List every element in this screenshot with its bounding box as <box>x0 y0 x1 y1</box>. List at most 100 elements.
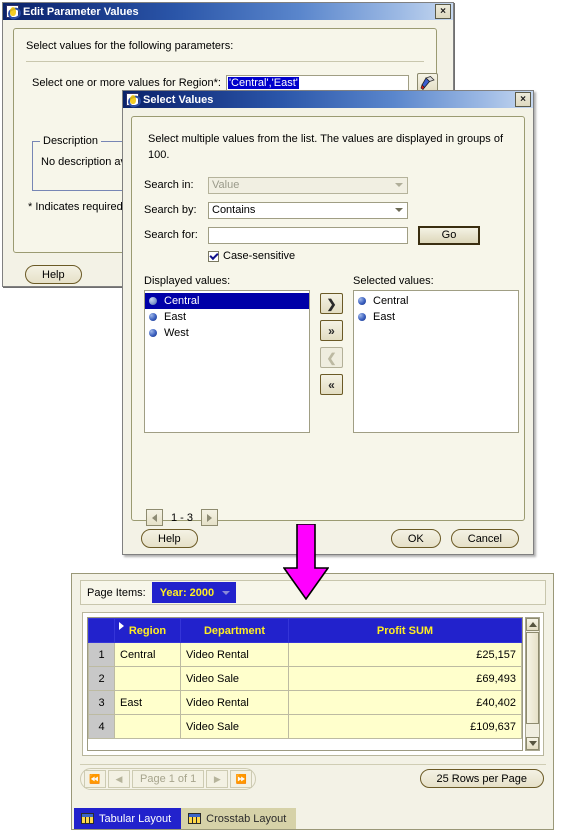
search-in-value: Value <box>212 179 240 191</box>
region-cell <box>114 666 181 691</box>
tab-label: Crosstab Layout <box>206 812 287 825</box>
search-in-select: Value <box>208 176 408 194</box>
footer-left: Help <box>141 529 198 548</box>
rows-per-page-button[interactable]: 25 Rows per Page <box>419 769 544 788</box>
search-by-select[interactable]: Contains <box>208 201 408 219</box>
transfer-button-group: ❯ » ❮ « <box>320 275 343 395</box>
search-by-label: Search by: <box>144 204 197 216</box>
region-parameter-value: 'Central','East' <box>227 77 299 89</box>
next-page-button[interactable]: ▶ <box>206 770 229 788</box>
search-for-input[interactable] <box>208 226 408 244</box>
search-in-label: Search in: <box>144 179 194 191</box>
values-pager: 1 - 3 <box>146 509 219 526</box>
close-icon[interactable]: × <box>435 4 451 19</box>
column-header-profit-sum[interactable]: Profit SUM <box>288 618 522 643</box>
selected-value-item[interactable]: East <box>354 309 518 325</box>
displayed-value-item[interactable]: Central <box>145 293 309 309</box>
grid-layout-icon <box>188 813 202 824</box>
select-values-help-button[interactable]: Help <box>141 529 198 548</box>
tab-label: Tabular Layout <box>99 812 172 825</box>
row-number-cell: 3 <box>88 690 115 715</box>
row-number-cell: 4 <box>88 714 115 739</box>
displayed-value-label: Central <box>164 295 200 307</box>
edit-parameter-values-title: Edit Parameter Values <box>23 5 139 18</box>
go-button[interactable]: Go <box>418 225 480 245</box>
page-item-year-button[interactable]: Year: 2000 <box>151 582 237 603</box>
region-parameter-input[interactable]: 'Central','East' <box>225 75 409 91</box>
select-values-instructions: Select multiple values from the list. Th… <box>148 133 504 161</box>
select-values-titlebar[interactable]: Select Values × <box>123 91 533 108</box>
profit-sum-cell: £69,493 <box>288 666 522 691</box>
table-row[interactable]: 3 East Video Rental £40,402 <box>88 690 522 715</box>
select-all-corner-cell[interactable] <box>88 618 115 643</box>
table-row[interactable]: 1 Central Video Rental £25,157 <box>88 642 522 667</box>
case-sensitive-row: Case-sensitive <box>208 250 480 262</box>
caret-up-icon <box>528 622 537 627</box>
tab-crosstab-layout[interactable]: Crosstab Layout <box>181 808 297 829</box>
cancel-button[interactable]: Cancel <box>450 529 519 548</box>
region-cell: Central <box>114 642 181 667</box>
edit-parameter-values-titlebar[interactable]: Edit Parameter Values × <box>3 3 453 20</box>
search-for-label: Search for: <box>144 229 198 241</box>
displayed-values-caption: Displayed values: <box>144 275 231 287</box>
page-indicator: Page 1 of 1 <box>132 770 205 788</box>
value-bullet-icon <box>149 297 157 305</box>
report-panel: Page Items: Year: 2000 Region Department… <box>71 573 554 830</box>
table-header-row: Region Department Profit SUM <box>88 618 522 643</box>
table-row[interactable]: 4 Video Sale £109,637 <box>88 714 522 739</box>
page-items-label: Page Items: <box>87 586 146 599</box>
displayed-values-column: Displayed values: Central East West <box>144 275 310 433</box>
region-cell <box>114 714 181 739</box>
selected-values-caption: Selected values: <box>353 275 434 287</box>
department-cell: Video Sale <box>180 714 289 739</box>
selected-value-label: Central <box>373 295 409 307</box>
browser-icon <box>6 5 19 18</box>
select-values-title: Select Values <box>143 93 214 106</box>
next-page-button[interactable] <box>201 509 219 526</box>
browser-icon <box>126 93 139 106</box>
move-right-button[interactable]: ❯ <box>320 293 343 314</box>
scroll-up-button[interactable] <box>526 618 539 631</box>
displayed-value-item[interactable]: East <box>145 309 309 325</box>
value-bullet-icon <box>358 297 366 305</box>
previous-page-button[interactable]: ◀ <box>108 770 130 788</box>
value-lists-area: Displayed values: Central East West ❯ » ❮ « S… <box>144 275 519 433</box>
report-table-head: Region Department Profit SUM <box>88 618 522 643</box>
page-item-year-label: Year: 2000 <box>159 586 215 599</box>
report-vertical-scrollbar[interactable] <box>525 617 540 751</box>
column-header-department[interactable]: Department <box>180 618 289 643</box>
last-page-button[interactable]: ⏩ <box>230 770 253 788</box>
search-by-row: Search by: Contains <box>144 200 480 220</box>
case-sensitive-checkbox[interactable] <box>208 250 219 262</box>
selected-values-listbox[interactable]: Central East <box>353 290 519 433</box>
case-sensitive-label: Case-sensitive <box>223 250 296 262</box>
report-grid-container: Region Department Profit SUM 1 Central Vid… <box>82 612 544 756</box>
move-all-left-button[interactable]: « <box>320 374 343 395</box>
edit-parameter-values-footer: Help <box>25 265 82 284</box>
close-icon[interactable]: × <box>515 92 531 107</box>
scrollbar-thumb[interactable] <box>526 632 539 724</box>
report-table-body: 1 Central Video Rental £25,157 2 Video Sale £6… <box>88 642 522 739</box>
first-page-button[interactable]: ⏪ <box>84 770 106 788</box>
displayed-value-item[interactable]: West <box>145 325 309 341</box>
report-pagination-toolbar: ⏪ ◀ Page 1 of 1 ▶ ⏩ 25 Rows per Page <box>80 764 546 793</box>
displayed-values-listbox[interactable]: Central East West <box>144 290 310 433</box>
edit-params-help-button[interactable]: Help <box>25 265 82 284</box>
sort-indicator-icon <box>119 622 124 630</box>
page-navigation-group: ⏪ ◀ Page 1 of 1 ▶ ⏩ <box>80 768 257 790</box>
caret-down-icon <box>528 741 537 746</box>
selected-value-item[interactable]: Central <box>354 293 518 309</box>
ok-button[interactable]: OK <box>390 529 441 548</box>
displayed-value-label: West <box>164 327 189 339</box>
table-row[interactable]: 2 Video Sale £69,493 <box>88 666 522 691</box>
previous-page-button[interactable] <box>146 509 163 526</box>
row-number-cell: 1 <box>88 642 115 667</box>
scroll-down-button[interactable] <box>526 737 539 750</box>
chevron-down-icon <box>222 590 231 595</box>
column-header-region[interactable]: Region <box>114 618 181 643</box>
tab-tabular-layout[interactable]: Tabular Layout <box>74 808 182 829</box>
department-cell: Video Rental <box>180 642 289 667</box>
chevron-down-icon <box>395 183 403 187</box>
column-header-region-label: Region <box>128 624 167 637</box>
move-all-right-button[interactable]: » <box>320 320 343 341</box>
